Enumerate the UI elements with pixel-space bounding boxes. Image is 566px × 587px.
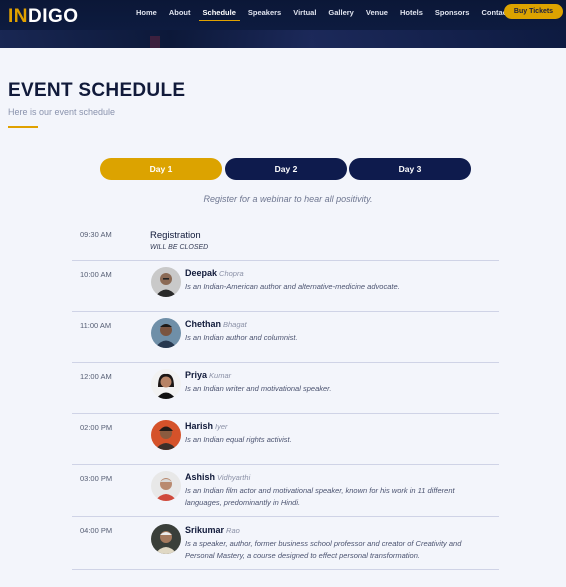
site-header: INDIGO Home About Schedule Speakers Virt… [0, 0, 566, 48]
speaker-first-name: Chethan [185, 319, 221, 329]
session-time: 10:00 AM [80, 270, 112, 279]
speaker-last-name: Bhagat [223, 320, 247, 329]
logo-text: DIGO [28, 6, 79, 27]
page-title: EVENT SCHEDULE [8, 80, 186, 101]
speaker-name: Chethan Bhagat [185, 319, 247, 329]
nav-venue[interactable]: Venue [362, 7, 392, 21]
speaker-avatar [151, 369, 181, 399]
speaker-description: Is an Indian-American author and alterna… [185, 282, 400, 291]
speaker-first-name: Priya [185, 370, 208, 380]
schedule-row-registration: 09:30 AM Registration WILL BE CLOSED [72, 218, 499, 261]
session-time: 12:00 AM [80, 372, 112, 381]
speaker-description: Is an Indian writer and motivational spe… [185, 384, 332, 393]
schedule-row: 03:00 PM Ashish Vidhyarthi Is an Indian f… [72, 465, 499, 517]
speaker-last-name: Chopra [219, 269, 244, 278]
tab-day-2[interactable]: Day 2 [225, 158, 347, 180]
nav-sponsors[interactable]: Sponsors [431, 7, 474, 21]
speaker-first-name: Harish [185, 421, 214, 431]
tab-day-3[interactable]: Day 3 [349, 158, 471, 180]
speaker-first-name: Deepak [185, 268, 218, 278]
speaker-avatar [151, 524, 181, 554]
speaker-first-name: Ashish [185, 472, 216, 482]
session-time: 04:00 PM [80, 526, 113, 535]
speaker-description: Is an Indian author and columnist. [185, 333, 298, 342]
speaker-avatar [151, 267, 181, 297]
buy-tickets-button[interactable]: Buy Tickets [504, 4, 563, 19]
speaker-description: Is an Indian film actor and motivational… [185, 486, 455, 507]
speaker-last-name: Kumar [209, 371, 232, 380]
nav-hotels[interactable]: Hotels [396, 7, 427, 21]
speaker-avatar [151, 318, 181, 348]
speaker-name: Deepak Chopra [185, 268, 244, 278]
schedule-row: 12:00 AM Priya Kumar Is an Indian writer … [72, 363, 499, 414]
nav-home[interactable]: Home [132, 7, 161, 21]
nav-gallery[interactable]: Gallery [324, 7, 357, 21]
header-banner-image [0, 30, 566, 48]
session-time: 09:30 AM [80, 230, 112, 239]
nav-schedule[interactable]: Schedule [198, 7, 240, 21]
header-banner-detail [150, 36, 160, 48]
session-subtitle: WILL BE CLOSED [150, 244, 209, 251]
speaker-description: Is an Indian equal rights activist. [185, 435, 292, 444]
speaker-last-name: Rao [226, 526, 240, 535]
nav-virtual[interactable]: Virtual [289, 7, 320, 21]
tab-day-1[interactable]: Day 1 [100, 158, 222, 180]
speaker-avatar [151, 420, 181, 450]
nav-about[interactable]: About [165, 7, 195, 21]
schedule-row: 11:00 AM Chethan Bhagat Is an Indian auth… [72, 312, 499, 363]
logo-text-accent: IN [8, 6, 28, 27]
schedule-row: 10:00 AM Deepak Chopra Is an Indian-Ameri… [72, 261, 499, 312]
session-time: 11:00 AM [80, 321, 112, 330]
site-logo[interactable]: INDIGO [8, 6, 79, 28]
title-underline [8, 126, 38, 128]
schedule-row: 04:00 PM Srikumar Rao Is a speaker, autho… [72, 517, 499, 570]
speaker-last-name: Vidhyarthi [217, 473, 251, 482]
speaker-first-name: Srikumar [185, 525, 225, 535]
speaker-avatar [151, 471, 181, 501]
speaker-name: Harish Iyer [185, 421, 228, 431]
session-time: 02:00 PM [80, 423, 113, 432]
speaker-name: Srikumar Rao [185, 525, 240, 535]
session-time: 03:00 PM [80, 474, 113, 483]
nav-speakers[interactable]: Speakers [244, 7, 285, 21]
speaker-last-name: Iyer [215, 422, 228, 431]
speaker-name: Ashish Vidhyarthi [185, 472, 250, 482]
speaker-name: Priya Kumar [185, 370, 231, 380]
session-title: Registration [150, 230, 201, 241]
schedule-row: 02:00 PM Harish Iyer Is an Indian equal r… [72, 414, 499, 465]
main-nav: Home About Schedule Speakers Virtual Gal… [132, 7, 517, 21]
speaker-description: Is a speaker, author, former business sc… [185, 539, 462, 560]
schedule-intro: Register for a webinar to hear all posit… [203, 194, 373, 204]
page-subtitle: Here is our event schedule [8, 107, 116, 117]
